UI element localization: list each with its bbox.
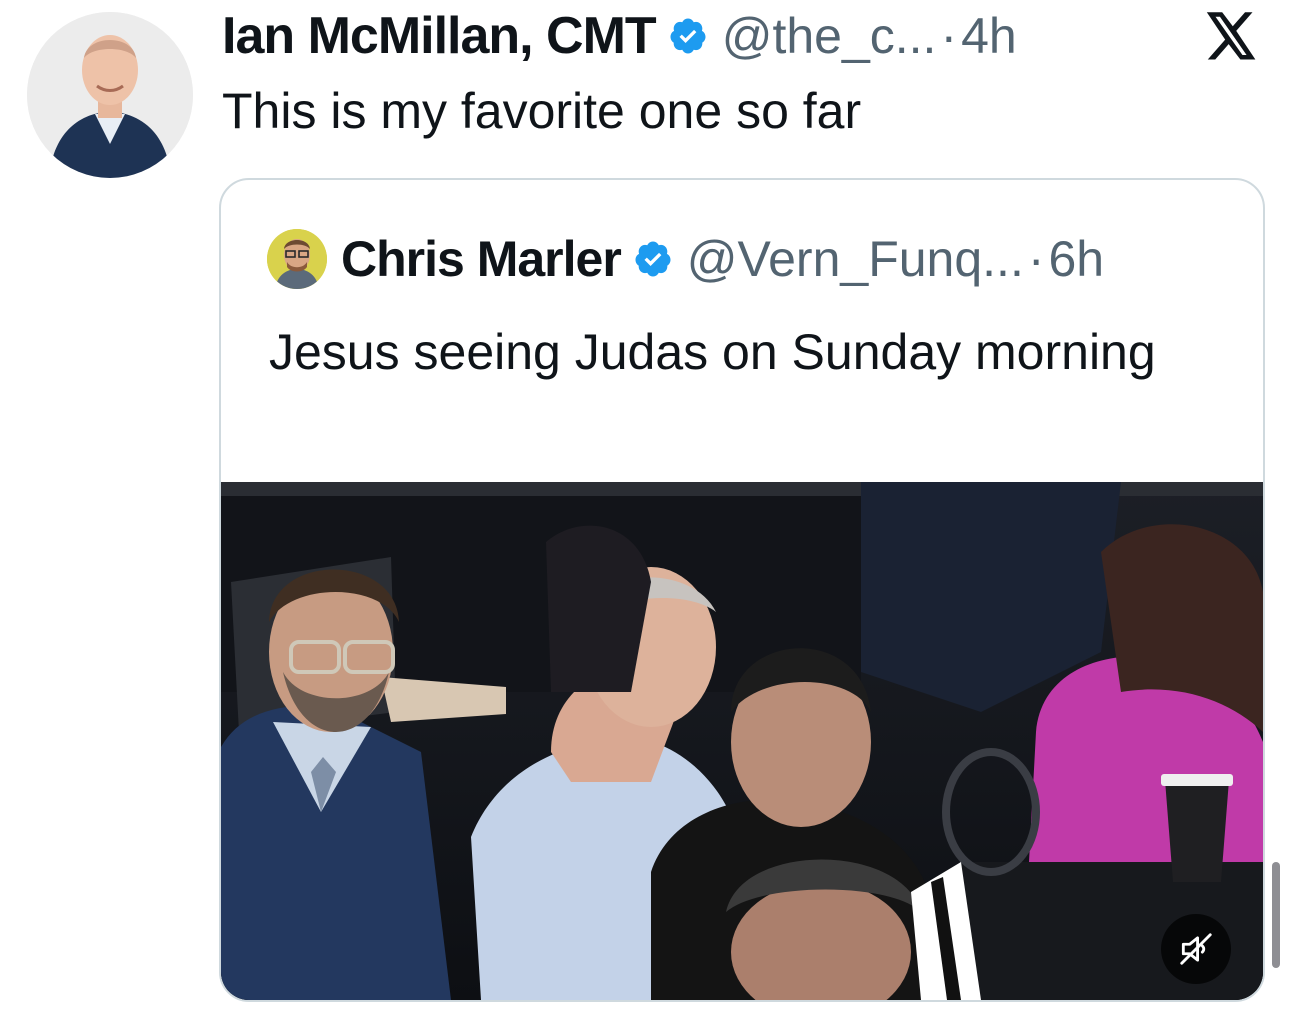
quoted-author-display-name[interactable]: Chris Marler [341, 230, 622, 288]
quoted-author-avatar[interactable] [267, 229, 327, 289]
separator-dot: · [1027, 231, 1045, 287]
x-logo-icon [1204, 12, 1258, 62]
author-avatar[interactable] [27, 12, 193, 178]
verified-badge-icon [668, 16, 708, 56]
author-handle[interactable]: @the_c... [722, 7, 937, 65]
quoted-tweet-text: Jesus seeing Judas on Sunday morning [269, 324, 1156, 380]
quoted-tweet-header: Chris Marler @Vern_Funq... · 6h [267, 229, 1105, 289]
tweet-header: Ian McMillan, CMT @the_c... · 4h [222, 4, 1017, 68]
quoted-tweet-video[interactable] [221, 482, 1263, 1000]
separator-dot: · [940, 8, 958, 64]
quoted-tweet-timestamp[interactable]: 6h [1049, 230, 1105, 288]
video-frame [221, 482, 1263, 1000]
tweet-text: This is my favorite one so far [222, 83, 862, 139]
mute-toggle-button[interactable] [1161, 914, 1231, 984]
tweet-timestamp[interactable]: 4h [961, 7, 1017, 65]
quoted-author-handle[interactable]: @Vern_Funq... [687, 230, 1024, 288]
scrollbar-thumb[interactable] [1272, 862, 1280, 968]
verified-badge-icon [633, 239, 673, 279]
speaker-muted-icon [1180, 933, 1212, 965]
author-display-name[interactable]: Ian McMillan, CMT [222, 6, 657, 66]
quoted-tweet-card[interactable]: Chris Marler @Vern_Funq... · 6h Jesus se… [219, 178, 1265, 1002]
person-avatar-image [27, 12, 193, 178]
